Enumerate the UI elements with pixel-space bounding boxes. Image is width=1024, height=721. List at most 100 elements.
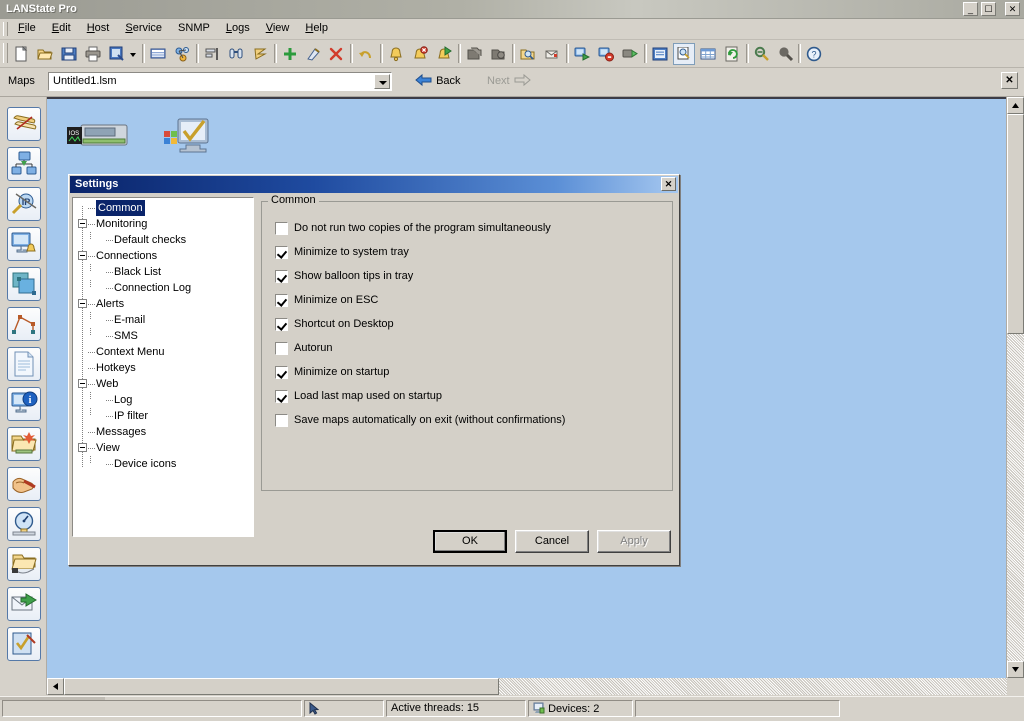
tree-item-monitoring[interactable]: Monitoring xyxy=(73,216,253,232)
tree-item-connections[interactable]: Connections xyxy=(73,248,253,264)
sidebar-network-icon[interactable] xyxy=(7,147,41,181)
report-icon[interactable] xyxy=(649,43,671,65)
tree-item-hotkeys[interactable]: Hotkeys xyxy=(73,360,253,376)
network-scan-icon[interactable] xyxy=(171,43,193,65)
checkbox-box[interactable] xyxy=(275,390,288,403)
menu-help[interactable]: Help xyxy=(297,19,336,36)
tree-item-web[interactable]: Web xyxy=(73,376,253,392)
copy-icon[interactable] xyxy=(463,43,485,65)
zoom-in-icon[interactable] xyxy=(775,43,797,65)
tree-expander-minus-icon[interactable] xyxy=(78,219,87,228)
table-icon[interactable] xyxy=(697,43,719,65)
tree-item-view[interactable]: View xyxy=(73,440,253,456)
scroll-down-button[interactable] xyxy=(1007,661,1024,678)
alert-disable-icon[interactable] xyxy=(409,43,431,65)
sidebar-gauge-icon[interactable] xyxy=(7,507,41,541)
toolbar-grip[interactable] xyxy=(3,43,8,63)
window-maximize-button[interactable]: ☐ xyxy=(981,2,996,16)
checkbox-box[interactable] xyxy=(275,270,288,283)
export-dropdown-icon[interactable] xyxy=(128,43,138,65)
export-image-icon[interactable] xyxy=(106,43,128,65)
new-map-icon[interactable] xyxy=(10,43,32,65)
script-icon[interactable] xyxy=(249,43,271,65)
ok-button[interactable]: OK xyxy=(433,530,507,553)
tree-item-sms[interactable]: SMS xyxy=(73,328,253,344)
checkbox-box[interactable] xyxy=(275,414,288,427)
menu-logs[interactable]: Logs xyxy=(218,19,258,36)
tree-item-common[interactable]: Common xyxy=(73,200,253,216)
sidebar-checklist-icon[interactable] xyxy=(7,627,41,661)
print-icon[interactable] xyxy=(82,43,104,65)
checkbox-box[interactable] xyxy=(275,318,288,331)
menu-service[interactable]: Service xyxy=(117,19,170,36)
tree-item-messages[interactable]: Messages xyxy=(73,424,253,440)
scroll-up-button[interactable] xyxy=(1007,97,1024,114)
menu-edit[interactable]: Edit xyxy=(44,19,79,36)
menu-file[interactable]: File xyxy=(10,19,44,36)
tree-expander-minus-icon[interactable] xyxy=(78,299,87,308)
sidebar-ip-scan-icon[interactable]: IP xyxy=(7,187,41,221)
sidebar-folder-open-icon[interactable] xyxy=(7,547,41,581)
tree-item-device-icons[interactable]: Device icons xyxy=(73,456,253,472)
tree-item-ip-filter[interactable]: IP filter xyxy=(73,408,253,424)
checkbox-box[interactable] xyxy=(275,294,288,307)
edit-device-icon[interactable] xyxy=(303,43,325,65)
alert-bell-icon[interactable] xyxy=(385,43,407,65)
close-map-button[interactable]: ✕ xyxy=(1001,72,1018,89)
delete-device-icon[interactable] xyxy=(325,43,347,65)
paste-icon[interactable] xyxy=(487,43,509,65)
back-button[interactable]: Back xyxy=(415,73,461,91)
sidebar-folder-new-icon[interactable] xyxy=(7,427,41,461)
tree-item-e-mail[interactable]: E-mail xyxy=(73,312,253,328)
map-vertical-scrollbar[interactable] xyxy=(1006,97,1024,678)
tree-item-log[interactable]: Log xyxy=(73,392,253,408)
add-device-icon[interactable] xyxy=(279,43,301,65)
checkbox-box[interactable] xyxy=(275,366,288,379)
tree-expander-minus-icon[interactable] xyxy=(78,251,87,260)
sidebar-link-icon[interactable] xyxy=(7,307,41,341)
device-router[interactable]: IOS xyxy=(67,121,129,159)
scroll-left-button[interactable] xyxy=(47,678,64,695)
device-list-icon[interactable] xyxy=(147,43,169,65)
inspect-icon[interactable] xyxy=(673,43,695,65)
alert-forward-icon[interactable] xyxy=(433,43,455,65)
device-host[interactable] xyxy=(162,117,220,161)
tree-expander-minus-icon[interactable] xyxy=(78,379,87,388)
sidebar-monitor-alert-icon[interactable] xyxy=(7,227,41,261)
checkbox-box[interactable] xyxy=(275,342,288,355)
stop-monitor-icon[interactable] xyxy=(595,43,617,65)
chevron-down-icon[interactable] xyxy=(374,74,390,89)
map-selector-combo[interactable]: Untitled1.lsm xyxy=(48,72,392,91)
mail-icon[interactable] xyxy=(541,43,563,65)
sidebar-info-icon[interactable]: i xyxy=(7,387,41,421)
sidebar-send-mail-icon[interactable] xyxy=(7,587,41,621)
undo-icon[interactable] xyxy=(355,43,377,65)
map-horizontal-scrollbar[interactable] xyxy=(47,678,1007,695)
vertical-scroll-thumb[interactable] xyxy=(1007,114,1024,334)
zoom-out-icon[interactable] xyxy=(751,43,773,65)
run-icon[interactable] xyxy=(619,43,641,65)
refresh-icon[interactable] xyxy=(721,43,743,65)
settings-tree[interactable]: Common Monitoring Default checks Connection… xyxy=(72,197,254,537)
tree-item-default-checks[interactable]: Default checks xyxy=(73,232,253,248)
menu-snmp[interactable]: SNMP xyxy=(170,19,218,36)
horizontal-scroll-thumb[interactable] xyxy=(64,678,499,695)
help-icon[interactable]: ? xyxy=(803,43,825,65)
tree-item-alerts[interactable]: Alerts xyxy=(73,296,253,312)
window-minimize-button[interactable]: _ xyxy=(963,2,978,16)
tree-item-black-list[interactable]: Black List xyxy=(73,264,253,280)
tree-item-context-menu[interactable]: Context Menu xyxy=(73,344,253,360)
dialog-close-button[interactable]: ✕ xyxy=(661,177,676,191)
folder-search-icon[interactable] xyxy=(517,43,539,65)
menu-host[interactable]: Host xyxy=(79,19,118,36)
menubar-grip[interactable] xyxy=(3,22,8,36)
checkbox-box[interactable] xyxy=(275,246,288,259)
save-map-icon[interactable] xyxy=(58,43,80,65)
find-icon[interactable] xyxy=(225,43,247,65)
sidebar-document-icon[interactable] xyxy=(7,347,41,381)
sidebar-scroll-icon[interactable] xyxy=(7,107,41,141)
tree-item-connection-log[interactable]: Connection Log xyxy=(73,280,253,296)
start-monitor-icon[interactable] xyxy=(571,43,593,65)
align-icon[interactable] xyxy=(201,43,223,65)
sidebar-pointer-icon[interactable] xyxy=(7,467,41,501)
